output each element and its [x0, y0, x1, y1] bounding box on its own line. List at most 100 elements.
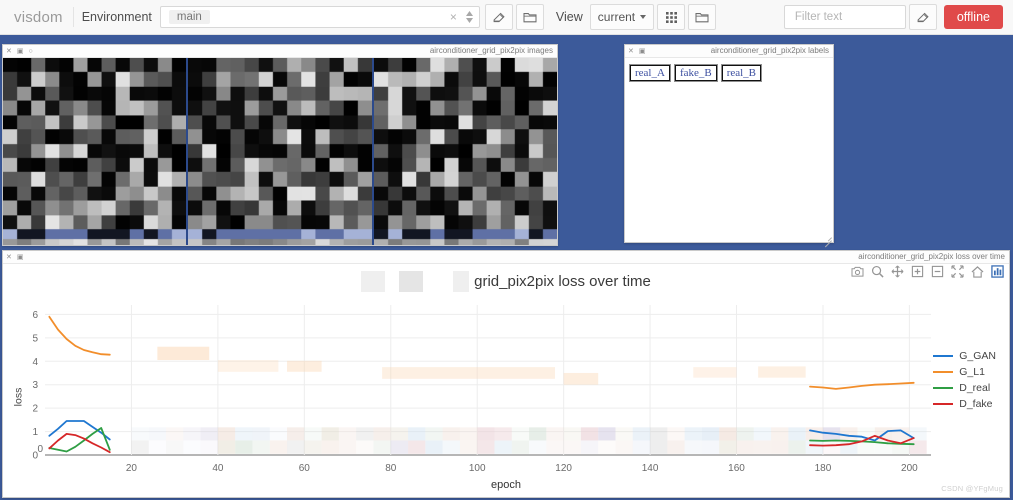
x-tick-label: 200: [901, 463, 918, 474]
x-tick-label: 100: [469, 463, 486, 474]
x-origin-tick: 0: [37, 444, 43, 455]
placeholder-block-1: [361, 270, 386, 292]
fork-environment-button[interactable]: [515, 4, 544, 30]
autoscale-icon[interactable]: [951, 265, 964, 278]
home-icon[interactable]: [971, 265, 984, 278]
filter-text-field[interactable]: [783, 5, 906, 29]
y-tick-label: 3: [32, 380, 38, 391]
y-tick-label: 5: [32, 333, 38, 344]
settings-icon[interactable]: ○: [29, 48, 33, 55]
x-tick-label: 60: [299, 463, 311, 474]
placeholder-block-3: [453, 270, 470, 292]
eraser-icon: [493, 12, 505, 22]
label-item-fake-b[interactable]: fake_B: [673, 64, 718, 82]
y-axis-title: loss: [12, 387, 25, 407]
legend-label: D_fake: [959, 398, 993, 410]
top-navbar: visdom Environment main × View current F…: [0, 0, 1013, 35]
camera-icon[interactable]: [851, 265, 864, 278]
images-pane[interactable]: ✕ ▣ ○ airconditioner_grid_pix2pix images: [2, 44, 558, 246]
image-cell-real-b[interactable]: [373, 58, 557, 245]
y-tick-label: 6: [32, 310, 38, 321]
image-cell-real-a[interactable]: [3, 58, 189, 245]
y-tick-label: 2: [32, 404, 38, 415]
view-folder-button[interactable]: [688, 4, 717, 30]
images-pane-body: [3, 58, 557, 245]
legend-item-d-real[interactable]: D_real: [933, 381, 996, 395]
view-label: View: [555, 10, 583, 24]
save-icon[interactable]: ▣: [17, 48, 24, 55]
legend-label: D_real: [959, 382, 991, 394]
x-tick-label: 180: [815, 463, 832, 474]
pixel-image-1: [3, 58, 187, 245]
eraser-icon: [917, 12, 929, 22]
x-tick-label: 40: [212, 463, 224, 474]
save-icon[interactable]: ▣: [17, 254, 24, 261]
toggle-spikelines-icon[interactable]: [991, 265, 1004, 278]
save-environment-button[interactable]: [484, 4, 513, 30]
pan-icon[interactable]: [891, 265, 904, 278]
grid-icon: [665, 11, 677, 23]
plot-pane-title: airconditioner_grid_pix2pix loss over ti…: [858, 252, 1005, 261]
x-axis-title: epoch: [491, 479, 521, 491]
environment-spinner-icon[interactable]: [465, 11, 473, 23]
close-icon[interactable]: ✕: [6, 48, 12, 55]
view-selected-value: current: [597, 10, 636, 24]
y-tick-label: 1: [32, 427, 38, 438]
view-grid-button[interactable]: [657, 4, 686, 30]
connection-status-button[interactable]: offline: [943, 5, 1003, 29]
labels-pane[interactable]: ✕ ▣ airconditioner_grid_pix2pix labels r…: [624, 44, 834, 243]
view-select[interactable]: current: [589, 4, 655, 30]
filter-input[interactable]: [792, 10, 897, 24]
legend-item-g-gan[interactable]: G_GAN: [933, 349, 996, 363]
legend-label: G_GAN: [959, 350, 996, 362]
plot-pane-titlebar[interactable]: ✕ ▣ airconditioner_grid_pix2pix loss ove…: [3, 251, 1009, 264]
legend-swatch: [933, 403, 954, 405]
environment-label: Environment: [81, 10, 152, 24]
pixel-image-3: [373, 58, 557, 245]
legend-item-g-l1[interactable]: G_L1: [933, 365, 996, 379]
close-icon[interactable]: ✕: [6, 254, 12, 261]
environment-select[interactable]: main ×: [159, 6, 480, 28]
legend-swatch: [933, 355, 954, 357]
chart-legend[interactable]: G_GAN G_L1 D_real D_fake: [933, 349, 996, 413]
chevron-down-icon: [640, 15, 647, 19]
labels-pane-resize-handle[interactable]: [823, 232, 832, 241]
legend-label: G_L1: [959, 366, 985, 378]
x-tick-label: 80: [385, 463, 397, 474]
images-pane-titlebar[interactable]: ✕ ▣ ○ airconditioner_grid_pix2pix images: [3, 45, 557, 58]
zoom-icon[interactable]: [871, 265, 884, 278]
labels-pane-title: airconditioner_grid_pix2pix labels: [710, 46, 829, 55]
legend-swatch: [933, 387, 954, 389]
chart-svg[interactable]: 012345620 40 60 80 100 120 140 160 180 2000: [3, 297, 1009, 485]
filter-clear-button[interactable]: [908, 4, 937, 30]
pixel-image-2: [188, 58, 372, 245]
images-pane-title: airconditioner_grid_pix2pix images: [429, 46, 553, 55]
legend-swatch: [933, 371, 954, 373]
y-tick-label: 4: [32, 357, 38, 368]
label-item-real-b[interactable]: real_B: [720, 64, 763, 82]
plot-pane[interactable]: ✕ ▣ airconditioner_grid_pix2pix loss ove…: [2, 250, 1010, 498]
visdom-app: visdom Environment main × View current F…: [0, 0, 1013, 500]
legend-item-d-fake[interactable]: D_fake: [933, 397, 996, 411]
image-strip: [3, 58, 557, 245]
x-tick-label: 120: [555, 463, 572, 474]
zoom-in-icon[interactable]: [911, 265, 924, 278]
image-cell-fake-b[interactable]: [188, 58, 374, 245]
zoom-out-icon[interactable]: [931, 265, 944, 278]
environment-tag[interactable]: main: [168, 10, 210, 24]
save-icon[interactable]: ▣: [639, 48, 646, 55]
watermark-text: CSDN @YFgMug: [941, 484, 1003, 493]
folder-icon: [523, 13, 537, 23]
chart-plot-area[interactable]: 0 1 2 3 4 5 6 20 40 60 80 100 120 140 160 180 200 0 loss …: [3, 297, 1009, 497]
environment-clear-icon[interactable]: ×: [450, 11, 457, 23]
labels-pane-titlebar[interactable]: ✕ ▣ airconditioner_grid_pix2pix labels: [625, 45, 833, 58]
x-tick-label: 20: [126, 463, 138, 474]
close-icon[interactable]: ✕: [628, 48, 634, 55]
x-tick-label: 160: [728, 463, 745, 474]
chart-title: grid_pix2pix loss over time: [474, 272, 651, 290]
plotly-modebar[interactable]: [851, 265, 1004, 278]
label-item-real-a[interactable]: real_A: [629, 64, 671, 82]
app-brand: visdom: [14, 8, 63, 26]
placeholder-block-2: [399, 270, 424, 292]
labels-pane-body: real_A fake_B real_B: [625, 58, 833, 242]
